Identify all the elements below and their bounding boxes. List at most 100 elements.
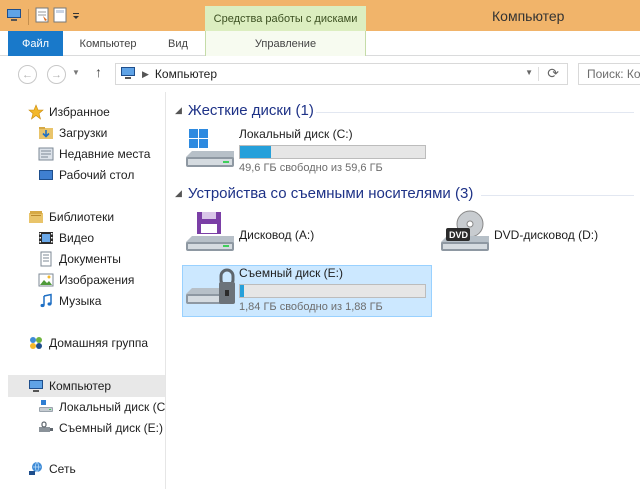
sidebar-item-label: Изображения bbox=[59, 273, 135, 287]
music-icon bbox=[37, 292, 55, 310]
documents-icon bbox=[37, 250, 55, 268]
drive-info: Локальный диск (C:) 49,6 ГБ свободно из … bbox=[239, 127, 426, 179]
sidebar-item-label: Локальный диск (C:) bbox=[59, 400, 165, 414]
drive-local-disk-c[interactable]: Локальный диск (C:) 49,6 ГБ свободно из … bbox=[183, 127, 433, 179]
computer-icon bbox=[27, 377, 45, 395]
sidebar-item-recent-places[interactable]: Недавние места bbox=[0, 143, 165, 165]
group-header-removable[interactable]: ◢ Устройства со съемными носителями (3) bbox=[175, 185, 473, 202]
tab-computer[interactable]: Компьютер bbox=[72, 31, 144, 56]
tab-view[interactable]: Вид bbox=[152, 31, 204, 56]
sidebar-item-label: Недавние места bbox=[59, 147, 151, 161]
sidebar-item-documents[interactable]: Документы bbox=[0, 248, 165, 270]
group-title: Жесткие диски (1) bbox=[187, 102, 314, 119]
sidebar-item-label: Библиотеки bbox=[49, 210, 115, 224]
address-bar[interactable]: ▶ Компьютер ▼ ⟳ bbox=[115, 63, 568, 85]
navigation-pane: Избранное Загрузки Недавние места Рабочи… bbox=[0, 92, 166, 489]
hard-disk-icon bbox=[186, 129, 234, 167]
navigation-bar: ← → ▼ ↑ ▶ Компьютер ▼ ⟳ Поиск: Компьютер bbox=[0, 56, 640, 92]
sidebar-item-libraries[interactable]: Библиотеки bbox=[0, 206, 165, 228]
back-button[interactable]: ← bbox=[18, 65, 37, 84]
qat-customize-icon[interactable] bbox=[71, 10, 81, 24]
sidebar-item-downloads[interactable]: Загрузки bbox=[0, 122, 165, 144]
sidebar-item-favorites[interactable]: Избранное bbox=[0, 101, 165, 123]
hard-disk-icon bbox=[37, 398, 55, 416]
quick-access-toolbar bbox=[6, 7, 81, 26]
recent-places-icon bbox=[37, 145, 55, 163]
sidebar-item-label: Домашняя группа bbox=[49, 336, 149, 350]
floppy-drive-icon bbox=[186, 212, 234, 251]
address-dropdown-icon[interactable]: ▼ bbox=[525, 68, 533, 77]
sidebar-item-label: Загрузки bbox=[59, 126, 108, 140]
drive-usage-fill bbox=[240, 146, 272, 158]
drive-usage-bar bbox=[239, 145, 426, 159]
sidebar-item-label: Съемный диск (E:) bbox=[59, 421, 163, 435]
drive-removable-e[interactable]: Съемный диск (E:) 1,84 ГБ свободно из 1,… bbox=[182, 265, 432, 317]
drive-usage-fill bbox=[240, 285, 244, 297]
desktop-icon bbox=[37, 166, 55, 184]
sidebar-item-music[interactable]: Музыка bbox=[0, 290, 165, 312]
computer-icon[interactable] bbox=[6, 8, 22, 25]
dvd-badge: DVD bbox=[449, 230, 469, 240]
up-button[interactable]: ↑ bbox=[95, 64, 102, 80]
chevron-down-icon: ▼ bbox=[72, 68, 80, 77]
tab-file[interactable]: Файл bbox=[8, 31, 63, 56]
sidebar-item-removable-disk-e[interactable]: Съемный диск (E:) bbox=[0, 417, 165, 439]
drive-floppy-a[interactable]: Дисковод (A:) bbox=[183, 210, 383, 256]
group-divider bbox=[481, 195, 634, 196]
usb-drive-icon bbox=[186, 268, 235, 304]
title-bar: Средства работы с дисками Компьютер bbox=[0, 0, 640, 31]
sidebar-item-desktop[interactable]: Рабочий стол bbox=[0, 164, 165, 186]
sidebar-item-images[interactable]: Изображения bbox=[0, 269, 165, 291]
drive-free-space: 49,6 ГБ свободно из 59,6 ГБ bbox=[239, 162, 383, 174]
sidebar-item-label: Документы bbox=[59, 252, 121, 266]
properties-icon[interactable] bbox=[35, 7, 49, 26]
recent-locations-button[interactable]: ▼ bbox=[72, 68, 80, 77]
arrow-up-icon: ↑ bbox=[95, 64, 102, 80]
sidebar-item-label: Видео bbox=[59, 231, 95, 245]
usb-drive-icon bbox=[37, 419, 55, 437]
sidebar-item-label: Рабочий стол bbox=[59, 168, 135, 182]
homegroup-icon bbox=[27, 334, 45, 352]
drive-info: Дисковод (A:) bbox=[239, 210, 314, 256]
drive-dvd-d[interactable]: DVD DVD-дисковод (D:) bbox=[438, 210, 638, 256]
content-pane: ◢ Жесткие диски (1) Локальный диск (C:) … bbox=[166, 92, 640, 489]
star-icon bbox=[27, 103, 45, 121]
arrow-left-icon: ← bbox=[22, 68, 33, 81]
drive-free-space: 1,84 ГБ свободно из 1,88 ГБ bbox=[239, 301, 383, 313]
tab-manage[interactable]: Управление bbox=[205, 31, 366, 56]
sidebar-item-homegroup[interactable]: Домашняя группа bbox=[0, 332, 165, 354]
computer-icon bbox=[120, 66, 136, 83]
search-input[interactable]: Поиск: Компьютер bbox=[578, 63, 640, 85]
group-header-hard-disks[interactable]: ◢ Жесткие диски (1) bbox=[175, 102, 314, 119]
group-title: Устройства со съемными носителями (3) bbox=[187, 185, 474, 202]
drive-name: Съемный диск (E:) bbox=[239, 266, 343, 280]
drive-info: DVD-дисковод (D:) bbox=[494, 210, 598, 256]
sidebar-item-computer[interactable]: Компьютер bbox=[0, 375, 165, 397]
window-title: Компьютер bbox=[492, 8, 565, 24]
images-icon bbox=[37, 271, 55, 289]
ribbon-tabs: Файл Компьютер Вид Управление bbox=[0, 31, 640, 56]
sidebar-item-label: Компьютер bbox=[49, 379, 112, 393]
arrow-right-icon: → bbox=[51, 68, 62, 81]
network-icon bbox=[27, 460, 45, 478]
chevron-down-icon: ◢ bbox=[175, 188, 182, 198]
downloads-folder-icon bbox=[37, 124, 55, 142]
address-divider bbox=[538, 67, 539, 81]
group-divider bbox=[316, 112, 634, 113]
sidebar-item-label: Сеть bbox=[49, 462, 76, 476]
sidebar-item-video[interactable]: Видео bbox=[0, 227, 165, 249]
sidebar-item-network[interactable]: Сеть bbox=[0, 458, 165, 480]
refresh-icon[interactable]: ⟳ bbox=[547, 65, 559, 82]
drive-usage-bar bbox=[239, 284, 426, 298]
libraries-icon bbox=[27, 208, 45, 226]
chevron-right-icon[interactable]: ▶ bbox=[142, 69, 149, 80]
new-folder-icon[interactable] bbox=[53, 7, 67, 26]
qat-divider bbox=[28, 8, 29, 25]
forward-button[interactable]: → bbox=[47, 65, 66, 84]
drive-name: Локальный диск (C:) bbox=[239, 127, 353, 141]
video-icon bbox=[37, 229, 55, 247]
sidebar-item-label: Избранное bbox=[49, 105, 110, 119]
sidebar-item-label: Музыка bbox=[59, 294, 102, 308]
address-path[interactable]: Компьютер bbox=[155, 67, 217, 81]
sidebar-item-local-disk-c[interactable]: Локальный диск (C:) bbox=[0, 396, 165, 418]
